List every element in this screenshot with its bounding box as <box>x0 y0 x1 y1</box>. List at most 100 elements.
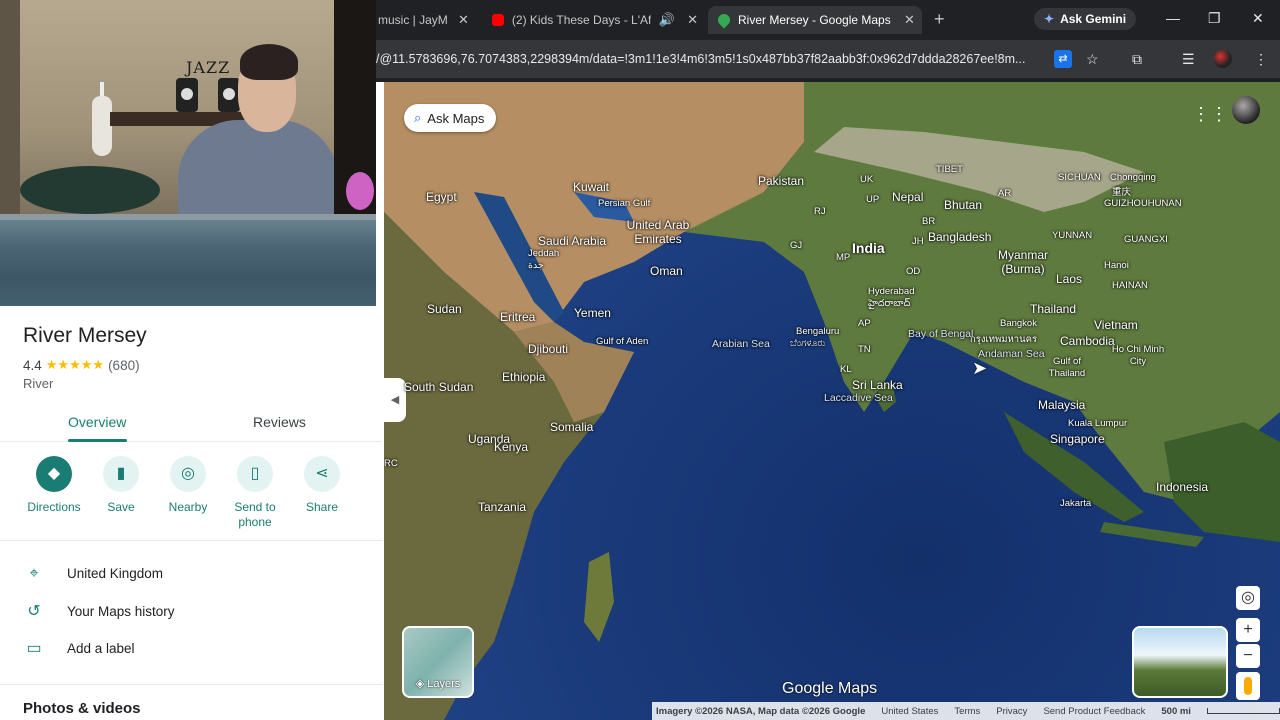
ask-gemini-button[interactable]: ✦ Ask Gemini <box>1034 8 1137 30</box>
privacy-link[interactable]: Privacy <box>996 706 1027 717</box>
map-label[interactable]: YUNNAN <box>1052 230 1092 241</box>
map-label[interactable]: Bhutan <box>944 198 982 212</box>
nearby-button[interactable]: ◎ Nearby <box>158 456 218 515</box>
map-label[interactable]: Laccadive Sea <box>824 392 893 404</box>
scale-label[interactable]: 500 mi <box>1161 706 1191 717</box>
media-controls-icon[interactable]: ☰ <box>1182 50 1195 68</box>
map-label[interactable]: Cambodia <box>1060 334 1115 348</box>
layers-button[interactable]: ◈ Layers <box>402 626 474 698</box>
map-label[interactable]: Ethiopia <box>502 370 545 384</box>
close-window-icon[interactable]: ✕ <box>1252 10 1264 26</box>
map-label[interactable]: Djibouti <box>528 342 568 356</box>
save-button[interactable]: ▮ Save <box>91 456 151 515</box>
collapse-panel-button[interactable]: ◀ <box>384 378 406 422</box>
profile-avatar[interactable] <box>1214 50 1232 68</box>
map-label[interactable]: Malaysia <box>1038 398 1085 412</box>
send-to-phone-button[interactable]: ▯ Send to phone <box>225 456 285 530</box>
map-label[interactable]: TIBET <box>936 164 963 175</box>
menu-icon[interactable]: ⋮ <box>1254 50 1268 68</box>
map-label[interactable]: Saudi Arabia <box>538 234 606 248</box>
map-label[interactable]: Kenya <box>494 440 528 454</box>
map-label[interactable]: Gulf of Thailand <box>1044 356 1090 380</box>
map-label[interactable]: Sri Lanka <box>852 378 903 392</box>
map-label[interactable]: UP <box>866 194 879 205</box>
map-label[interactable]: RC <box>384 458 398 469</box>
map-label[interactable]: Bangladesh <box>928 230 991 244</box>
map-label[interactable]: Indonesia <box>1156 480 1208 494</box>
share-button[interactable]: ⋖ Share <box>292 456 352 515</box>
extensions-icon[interactable]: ⧉ <box>1132 50 1142 68</box>
map-label[interactable]: KL <box>840 364 852 375</box>
address-bar[interactable]: /@11.5783696,76.7074383,2298394m/data=!3… <box>376 46 1052 72</box>
map-label[interactable]: MP <box>836 252 850 263</box>
region-link[interactable]: United States <box>881 706 938 717</box>
info-row-label[interactable]: ▭ Add a label <box>0 633 382 667</box>
map-label[interactable]: Chongqing <box>1110 172 1156 183</box>
browser-tab-maps[interactable]: River Mersey - Google Maps ✕ <box>708 6 922 34</box>
map-label[interactable]: JH <box>912 236 924 247</box>
map-label[interactable]: Egypt <box>426 190 457 204</box>
review-count-link[interactable]: (680) <box>108 358 140 373</box>
map-label[interactable]: Ho Chi Minh City <box>1110 344 1166 368</box>
map-label[interactable]: Jakarta <box>1060 498 1091 509</box>
browser-tab-youtube[interactable]: (2) Kids These Days - L'Afric 🔊 ✕ <box>492 6 698 34</box>
map-label[interactable]: హైదరాబాద్ <box>868 298 910 311</box>
map-label[interactable]: Bangkok <box>1000 318 1037 329</box>
map-label[interactable]: BR <box>922 216 935 227</box>
map-label[interactable]: Gulf of Aden <box>596 336 648 347</box>
new-tab-icon[interactable]: + <box>934 10 945 28</box>
directions-button[interactable]: ◆ Directions <box>24 456 84 515</box>
map-label[interactable]: Somalia <box>550 420 593 434</box>
terms-link[interactable]: Terms <box>954 706 980 717</box>
info-row-history[interactable]: ↺ Your Maps history <box>0 596 382 630</box>
map-label[interactable]: Bay of Bengal <box>908 328 973 340</box>
map-label[interactable]: Pakistan <box>758 174 804 188</box>
browser-tab-music[interactable]: music | JayMa ✕ <box>378 6 474 34</box>
map-label[interactable]: Laos <box>1056 272 1082 286</box>
map-label[interactable]: Persian Gulf <box>598 198 650 209</box>
minimize-icon[interactable]: — <box>1166 10 1180 26</box>
map-label[interactable]: Thailand <box>1030 302 1076 316</box>
bookmark-star-icon[interactable]: ☆ <box>1086 50 1099 68</box>
feedback-link[interactable]: Send Product Feedback <box>1043 706 1145 717</box>
map-label[interactable]: OD <box>906 266 920 277</box>
map-label[interactable]: SICHUAN <box>1058 172 1101 183</box>
tab-overview[interactable]: Overview <box>68 414 126 430</box>
map-label[interactable]: Vietnam <box>1094 318 1138 332</box>
map-label[interactable]: ಬೆಂಗಳೂರು <box>790 338 825 349</box>
map-label[interactable]: AR <box>998 188 1011 199</box>
map-label[interactable]: UK <box>860 174 873 185</box>
map-label[interactable]: United Arab Emirates <box>618 218 698 246</box>
map-canvas[interactable]: ⌕ Ask Maps ⋮⋮ ◀ Egypt Kuwait Pakistan UK… <box>384 82 1280 720</box>
zoom-in-icon[interactable]: + <box>1236 618 1260 642</box>
map-label[interactable]: South Sudan <box>404 380 473 394</box>
map-label[interactable]: Bengaluru <box>796 326 839 337</box>
map-label[interactable]: Sudan <box>427 302 462 316</box>
restore-icon[interactable]: ❐ <box>1208 10 1221 26</box>
zoom-out-icon[interactable]: − <box>1236 644 1260 668</box>
map-label[interactable]: Myanmar (Burma) <box>988 248 1058 276</box>
map-label[interactable]: Arabian Sea <box>712 338 770 350</box>
map-label[interactable]: Tanzania <box>478 500 526 514</box>
street-view-thumbnail[interactable] <box>1132 626 1228 698</box>
tab-close-icon[interactable]: ✕ <box>458 12 469 28</box>
map-label[interactable]: Andaman Sea <box>978 348 1045 360</box>
map-label[interactable]: GUANGXI <box>1124 234 1168 245</box>
place-hero-photo[interactable] <box>0 214 376 306</box>
map-label[interactable]: Hanoi <box>1104 260 1129 271</box>
map-label[interactable]: Kuala Lumpur <box>1068 418 1127 429</box>
info-row-location[interactable]: ⌖ United Kingdom <box>0 558 382 592</box>
map-label[interactable]: RJ <box>814 206 826 217</box>
google-apps-icon[interactable]: ⋮⋮ <box>1192 104 1228 125</box>
map-label[interactable]: TN <box>858 344 871 355</box>
map-label[interactable]: جدة <box>528 260 544 271</box>
map-label[interactable]: Singapore <box>1050 432 1105 446</box>
map-label[interactable]: 重庆 <box>1112 184 1131 198</box>
translate-icon[interactable]: ⇄ <box>1054 50 1072 68</box>
map-label[interactable]: Eritrea <box>500 310 535 324</box>
map-label[interactable]: GUIZHOUHUNAN <box>1104 198 1182 209</box>
map-label[interactable]: Yemen <box>574 306 611 320</box>
map-label[interactable]: Nepal <box>892 190 923 204</box>
map-label[interactable]: Jeddah <box>528 248 559 259</box>
ask-maps-button[interactable]: ⌕ Ask Maps <box>404 104 497 132</box>
